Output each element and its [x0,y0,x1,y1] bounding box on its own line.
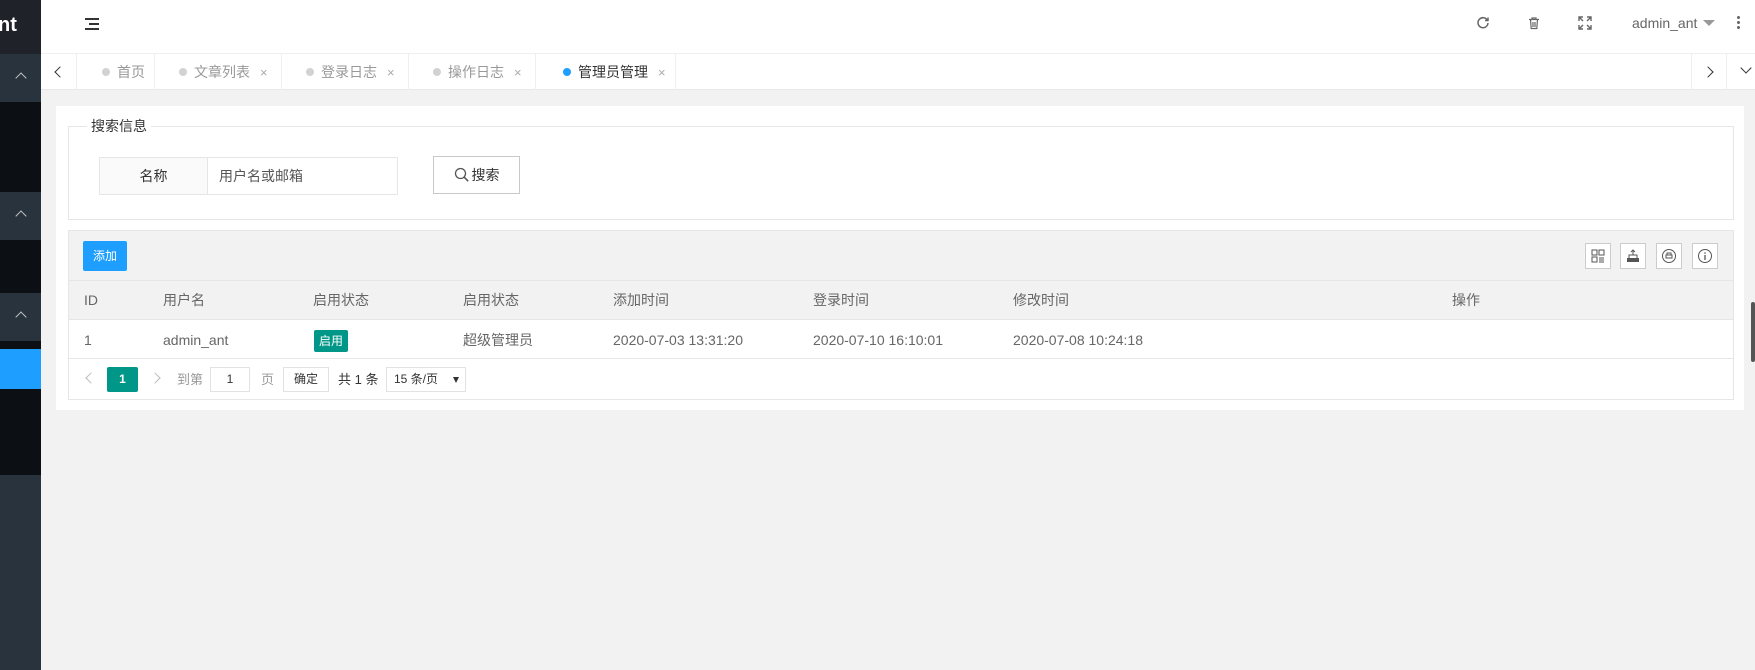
name-label: 名称 [100,158,208,194]
tabs-bar: 首页 文章列表 × 登录日志 × 操作日志 × 管理员管理 × [41,54,1755,90]
chevron-up-icon [14,311,27,323]
column-header: 修改时间 [1013,292,1069,308]
table-row[interactable]: 1 admin_ant 启用 超级管理员 2020-07-03 13:31:20… [69,321,1733,359]
cell-id: 1 [84,332,92,348]
chevron-down-icon [1740,62,1752,74]
tab-dot-icon [563,68,571,76]
tab-dot-icon [433,68,441,76]
close-icon[interactable]: × [260,65,268,80]
close-icon[interactable]: × [658,65,666,80]
page-size-value: 15 条/页 [394,372,439,386]
export-icon[interactable] [1620,243,1646,269]
tab-operation-log[interactable]: 操作日志 × [409,54,536,90]
tab-admin-management[interactable]: 管理员管理 × [536,54,676,90]
columns-filter-icon[interactable] [1585,243,1611,269]
name-input-group: 名称 [99,157,398,195]
tab-dot-icon [306,68,314,76]
tab-dot-icon [102,68,110,76]
cell-role: 超级管理员 [463,332,533,348]
pagination: 1 到第 1 页 确定 共 1 条 15 条/页 [69,360,1733,399]
more-icon[interactable] [1737,16,1741,31]
tab-label: 操作日志 [448,64,504,80]
close-icon[interactable]: × [387,65,395,80]
data-table: 添加 ID 用户名 启用状态 启用状态 添加时间 登录时间 修改时间 操作 1 … [68,230,1734,400]
cell-username: admin_ant [163,332,229,348]
column-header: 登录时间 [813,292,869,308]
search-button[interactable]: 搜索 [433,156,520,194]
print-icon[interactable] [1656,243,1682,269]
sidebar-menu-group-3[interactable] [0,293,41,341]
current-page[interactable]: 1 [107,367,138,392]
search-input[interactable] [209,158,397,194]
page-scrollbar[interactable] [1751,302,1755,362]
next-page-icon[interactable] [149,372,161,384]
refresh-icon[interactable] [1473,15,1493,35]
add-button[interactable]: 添加 [83,241,127,271]
goto-page-input[interactable]: 1 [210,367,250,392]
sidebar-menu-group-2[interactable] [0,192,41,240]
select-arrow-icon [453,377,459,383]
column-header: 添加时间 [613,292,669,308]
username: admin_ant [1632,15,1698,31]
caret-down-icon [1703,20,1716,26]
tab-home[interactable]: 首页 [78,54,155,90]
table-header: ID 用户名 启用状态 启用状态 添加时间 登录时间 修改时间 操作 [69,281,1733,320]
search-legend: 搜索信息 [87,118,151,134]
sidebar-submenu-1 [0,102,41,192]
column-header: 启用状态 [463,292,519,308]
chevron-up-icon [14,210,27,222]
tab-label: 管理员管理 [578,64,648,80]
sidebar-item-active[interactable] [0,349,41,389]
status-badge: 启用 [314,330,349,353]
goto-label: 到第 [177,372,204,387]
prev-page-icon[interactable] [85,372,97,384]
chevron-up-icon [14,72,27,84]
cell-created: 2020-07-03 13:31:20 [613,332,743,348]
column-header: 启用状态 [313,292,369,308]
tabs-menu-dropdown[interactable] [1727,54,1755,90]
tabs-scroll-left[interactable] [41,54,77,90]
close-icon[interactable]: × [514,65,522,80]
search-icon [454,167,469,182]
tab-label: 首页 [117,64,145,80]
flexible-menu-icon[interactable] [85,18,99,30]
page-size-select[interactable]: 15 条/页 [386,367,466,392]
cell-modified: 2020-07-08 10:24:18 [1013,332,1143,348]
page-label: 页 [261,372,275,387]
sidebar-submenu-2 [0,240,41,293]
table-toolbar: 添加 [69,231,1733,281]
column-header: 操作 [1452,292,1480,308]
chevron-left-icon [54,66,66,78]
logo-text: nt [0,14,17,36]
total-count: 共 1 条 [338,372,379,387]
tabs-scroll-right[interactable] [1691,54,1727,90]
user-menu[interactable]: admin_ant [1632,15,1716,31]
sidebar-menu-group-1[interactable] [0,54,41,102]
search-button-label: 搜索 [471,167,500,183]
column-header: 用户名 [163,292,205,308]
search-fieldset: 搜索信息 名称 搜索 [68,118,1734,220]
tab-login-log[interactable]: 登录日志 × [282,54,409,90]
tab-article-list[interactable]: 文章列表 × [155,54,282,90]
tab-label: 登录日志 [321,64,377,80]
top-header: admin_ant [41,0,1755,54]
chevron-right-icon [1702,66,1714,78]
main-card: 搜索信息 名称 搜索 添加 ID 用户名 启 [56,106,1744,410]
trash-icon[interactable] [1524,15,1544,35]
confirm-button[interactable]: 确定 [283,367,329,392]
info-icon[interactable] [1692,243,1718,269]
column-header: ID [84,292,98,308]
tab-dot-icon [179,68,187,76]
tab-label: 文章列表 [194,64,250,80]
fullscreen-icon[interactable] [1575,15,1595,35]
sidebar: nt [0,0,41,670]
cell-status: 启用 [314,321,349,359]
cell-login: 2020-07-10 16:10:01 [813,332,943,348]
logo: nt [0,0,41,54]
